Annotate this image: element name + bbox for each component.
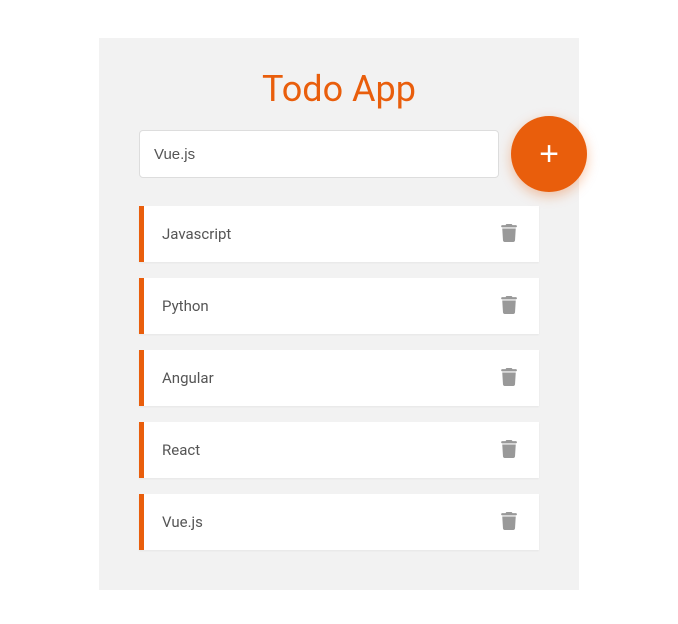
delete-button[interactable]: [497, 220, 521, 249]
delete-button[interactable]: [497, 436, 521, 465]
list-item: Angular: [139, 350, 539, 406]
delete-button[interactable]: [497, 508, 521, 537]
delete-button[interactable]: [497, 292, 521, 321]
todo-label: Vue.js: [162, 513, 203, 531]
list-item: React: [139, 422, 539, 478]
list-item: Vue.js: [139, 494, 539, 550]
delete-button[interactable]: [497, 364, 521, 393]
trash-icon: [501, 512, 517, 533]
trash-icon: [501, 440, 517, 461]
trash-icon: [501, 224, 517, 245]
page-title: Todo App: [139, 68, 539, 110]
todo-label: React: [162, 441, 200, 459]
todo-input[interactable]: [139, 130, 499, 178]
trash-icon: [501, 368, 517, 389]
plus-icon: +: [539, 137, 559, 171]
input-row: +: [139, 130, 539, 178]
todo-label: Angular: [162, 369, 214, 387]
todo-list: Javascript Python Angular: [139, 206, 539, 550]
todo-card: Todo App + Javascript Python Angular: [99, 38, 579, 590]
list-item: Javascript: [139, 206, 539, 262]
trash-icon: [501, 296, 517, 317]
todo-label: Javascript: [162, 225, 231, 243]
todo-label: Python: [162, 297, 209, 315]
list-item: Python: [139, 278, 539, 334]
add-button[interactable]: +: [511, 116, 587, 192]
